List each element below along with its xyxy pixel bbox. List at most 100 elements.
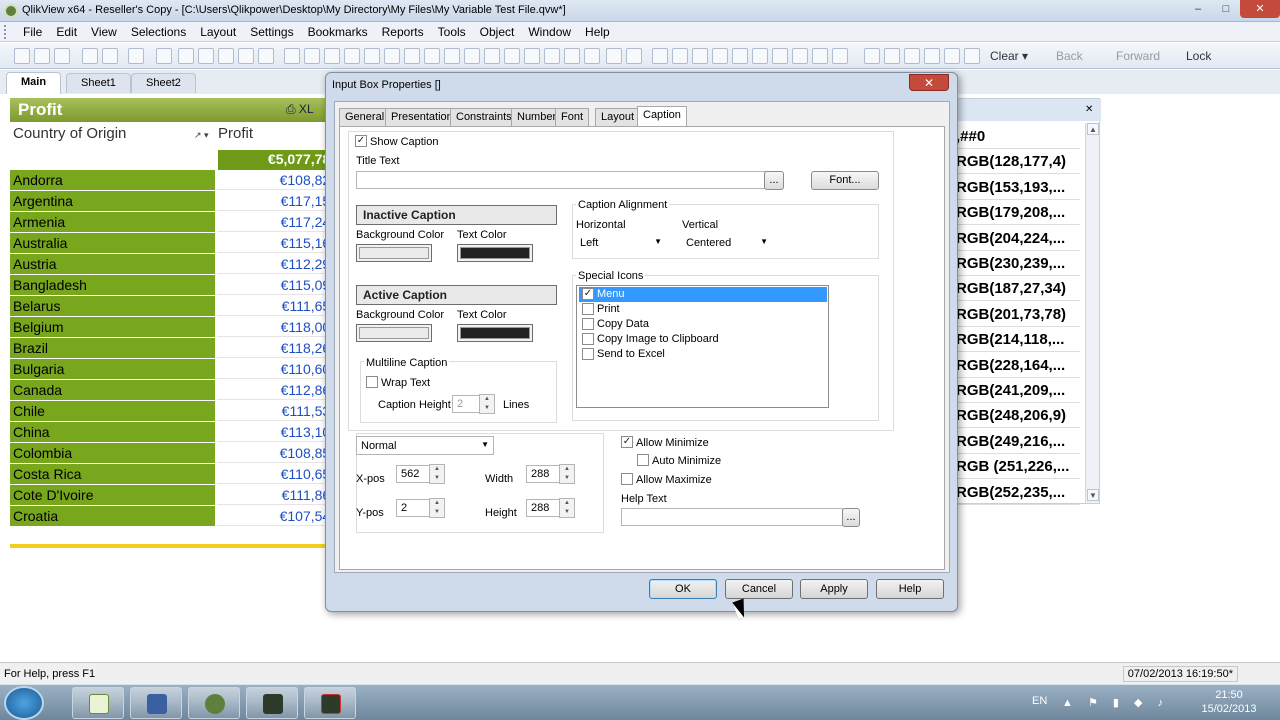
auto-minimize-checkbox[interactable] [637, 454, 649, 466]
ypos-spinner-icon[interactable]: ▲ ▼ [429, 498, 445, 518]
print-pdf-icon[interactable] [102, 48, 118, 64]
country-cell[interactable]: Argentina [10, 191, 215, 211]
calendar-icon[interactable] [544, 48, 560, 64]
title-text-input[interactable] [356, 171, 766, 189]
close-button[interactable]: ✕ [1240, 0, 1280, 18]
table-row[interactable]: Chile €111,539 [10, 401, 340, 422]
table-row[interactable]: Colombia €108,854 [10, 443, 340, 464]
inactive-text-color-swatch[interactable] [457, 244, 533, 262]
taskbar-app-qv-doc[interactable] [304, 687, 356, 719]
country-cell[interactable]: Austria [10, 254, 215, 274]
distribute-icon[interactable] [812, 48, 828, 64]
ok-button[interactable]: OK [649, 579, 717, 599]
icon-option-menu[interactable]: ✓ Menu [579, 287, 827, 302]
new-icon[interactable] [14, 48, 30, 64]
mode-select[interactable]: Normal ▼ [356, 436, 494, 455]
clear-button[interactable]: Clear ▾ [990, 49, 1028, 63]
tab-font[interactable]: Font [555, 108, 590, 126]
icon-send-excel-checkbox[interactable] [582, 348, 594, 360]
table-icon[interactable] [284, 48, 300, 64]
table-row[interactable]: Austria €112,294 [10, 254, 340, 275]
cut-icon[interactable] [178, 48, 194, 64]
cancel-button[interactable]: Cancel [725, 579, 793, 599]
xpos-input[interactable]: 562 [396, 465, 430, 483]
table-row[interactable]: Andorra €108,829 [10, 170, 340, 191]
tab-presentation[interactable]: Presentation [385, 108, 459, 126]
same-width-icon[interactable] [832, 48, 848, 64]
inputbox-icon[interactable] [424, 48, 440, 64]
column-header-country[interactable]: Country of Origin [10, 125, 126, 147]
save-icon[interactable] [54, 48, 70, 64]
icon-copy-image-checkbox[interactable] [582, 333, 594, 345]
country-cell[interactable]: Armenia [10, 212, 215, 232]
menu-view[interactable]: View [84, 25, 124, 39]
country-cell[interactable]: Andorra [10, 170, 215, 190]
taskbar-app-notepad[interactable] [72, 687, 124, 719]
inactive-bg-color-swatch[interactable] [356, 244, 432, 262]
country-cell[interactable]: Brazil [10, 338, 215, 358]
country-cell[interactable]: Croatia [10, 506, 215, 526]
forward-button[interactable]: Forward [1116, 49, 1160, 63]
table-row[interactable]: Belgium €118,006 [10, 317, 340, 338]
design-grid-icon[interactable] [626, 48, 642, 64]
tab-sheet1[interactable]: Sheet1 [66, 73, 131, 93]
tab-caption[interactable]: Caption [637, 106, 687, 127]
active-text-color-swatch[interactable] [457, 324, 533, 342]
country-cell[interactable]: Belgium [10, 317, 215, 337]
menu-tools[interactable]: Tools [431, 25, 473, 39]
icon-print-checkbox[interactable] [582, 303, 594, 315]
allow-minimize-checkbox[interactable]: ✓ [621, 436, 633, 448]
table-row[interactable]: China €113,100 [10, 422, 340, 443]
icon-option-print[interactable]: Print [579, 302, 827, 317]
list-item[interactable]: ,##0 [956, 125, 1080, 149]
button-object-icon[interactable] [464, 48, 480, 64]
list-item[interactable]: RGB(228,164,... [956, 354, 1080, 378]
format-painter-icon[interactable] [606, 48, 622, 64]
table-row[interactable]: Canada €112,860 [10, 380, 340, 401]
tab-general[interactable]: General [339, 108, 391, 126]
profit-table[interactable]: Profit ⎙ XL Country of Origin ↗ ▾ Profit… [10, 98, 340, 528]
list-item[interactable]: RGB(230,239,... [956, 252, 1080, 276]
tab-constraints[interactable]: Constraints [450, 108, 518, 126]
space-vertical-icon[interactable] [792, 48, 808, 64]
list-item[interactable]: RGB(153,193,... [956, 176, 1080, 200]
align-bottom-icon[interactable] [752, 48, 768, 64]
text-object-icon[interactable] [484, 48, 500, 64]
taskbar-app-script[interactable] [246, 687, 298, 719]
pivot-icon[interactable] [304, 48, 320, 64]
line-icon[interactable] [504, 48, 520, 64]
table-row[interactable]: Cote D'Ivoire €111,868 [10, 485, 340, 506]
font-button[interactable]: Font... [811, 171, 879, 190]
width-input[interactable]: 288 [526, 465, 560, 483]
list-item[interactable]: RGB(241,209,... [956, 379, 1080, 403]
dialog-close-button[interactable]: ✕ [909, 74, 949, 91]
table-row[interactable]: Australia €115,160 [10, 233, 340, 254]
wrap-text-checkbox[interactable] [366, 376, 378, 388]
taskbar-clock[interactable]: 21:50 15/02/2013 [1198, 688, 1260, 716]
caption-height-spinner-icon[interactable]: ▲ ▼ [479, 394, 495, 414]
table-row[interactable]: Brazil €118,261 [10, 338, 340, 359]
lock-button[interactable]: Lock [1186, 49, 1211, 63]
list-scrollbar[interactable]: ▲ ▼ [1085, 123, 1099, 503]
icon-copy-data-checkbox[interactable] [582, 318, 594, 330]
apply-button[interactable]: Apply [800, 579, 868, 599]
tab-sheet2[interactable]: Sheet2 [131, 73, 196, 93]
country-cell[interactable]: China [10, 422, 215, 442]
list-item[interactable]: RGB(128,177,4) [956, 150, 1080, 175]
menu-edit[interactable]: Edit [49, 25, 84, 39]
country-cell[interactable]: Colombia [10, 443, 215, 463]
show-caption-checkbox[interactable]: ✓ [355, 135, 367, 147]
menu-settings[interactable]: Settings [243, 25, 300, 39]
align-right-icon[interactable] [692, 48, 708, 64]
menu-reports[interactable]: Reports [375, 25, 431, 39]
filter-icon[interactable] [964, 48, 980, 64]
search-icon[interactable] [864, 48, 880, 64]
vertical-alignment-select[interactable]: Centered ▼ [682, 234, 772, 253]
icon-option-copy-image[interactable]: Copy Image to Clipboard [579, 332, 827, 347]
align-top-icon[interactable] [712, 48, 728, 64]
country-cell[interactable]: Chile [10, 401, 215, 421]
paste-icon[interactable] [218, 48, 234, 64]
country-cell[interactable]: Cote D'Ivoire [10, 485, 215, 505]
maximize-button[interactable]: □ [1212, 0, 1240, 18]
table-row[interactable]: Bangladesh €115,092 [10, 275, 340, 296]
